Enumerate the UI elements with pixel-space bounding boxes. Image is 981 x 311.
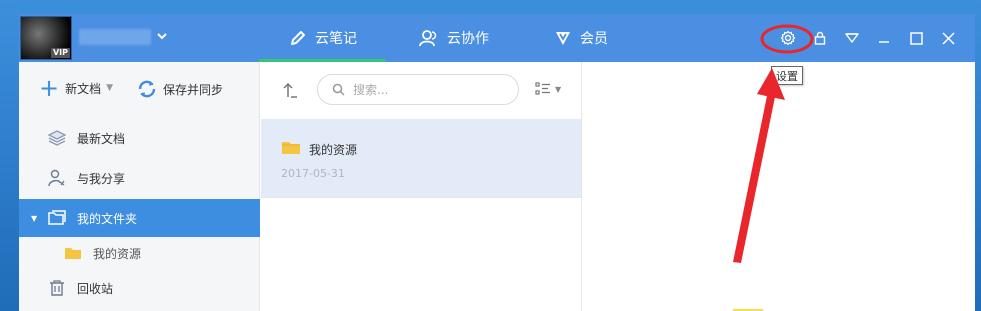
close-button[interactable] xyxy=(937,27,959,49)
list-item-title: 我的资源 xyxy=(309,142,358,157)
users-icon xyxy=(419,30,437,47)
sidebar-item-trash[interactable]: 回收站 xyxy=(19,269,260,307)
menu-button[interactable] xyxy=(841,27,863,49)
sidebar-item-shared[interactable]: 与我分享 xyxy=(19,159,260,197)
close-icon xyxy=(941,31,955,45)
maximize-button[interactable] xyxy=(905,27,927,49)
tab-collaboration[interactable]: 云协作 xyxy=(419,14,489,62)
list-view-icon xyxy=(535,82,550,95)
tab-label: 会员 xyxy=(580,31,608,47)
minimize-icon xyxy=(879,41,889,43)
desktop-background xyxy=(975,0,981,311)
plus-icon: + xyxy=(39,74,60,102)
search-box[interactable] xyxy=(317,74,519,105)
share-user-icon xyxy=(47,168,67,188)
sidebar-item-label: 与我分享 xyxy=(77,171,126,186)
list-item[interactable]: 我的资源 2017-05-31 xyxy=(261,119,581,198)
gear-icon xyxy=(780,30,796,46)
up-directory-button[interactable] xyxy=(281,81,299,103)
view-mode-button[interactable]: ▼ xyxy=(535,82,561,96)
tab-label: 云协作 xyxy=(447,31,489,47)
sidebar-item-my-folders[interactable]: ▼ 我的文件夹 xyxy=(19,199,260,237)
sidebar-item-my-resources[interactable]: 我的资源 xyxy=(19,238,260,268)
chevron-down-icon[interactable] xyxy=(157,29,167,43)
expand-triangle-icon[interactable]: ▼ xyxy=(31,214,37,223)
vip-diamond-icon xyxy=(556,32,570,45)
sync-icon xyxy=(138,80,156,98)
save-sync-label: 保存并同步 xyxy=(163,82,224,97)
pencil-icon xyxy=(291,31,305,45)
tab-cloud-notes[interactable]: 云笔记 xyxy=(259,14,386,62)
sidebar-item-label: 回收站 xyxy=(77,281,114,296)
folder-icon xyxy=(63,243,83,263)
tab-label: 云笔记 xyxy=(315,31,357,47)
folder-outline-icon xyxy=(47,208,67,228)
minimize-button[interactable] xyxy=(873,27,895,49)
app-window: VIP 云笔记 云协作 会员 + 新文档 ▼ 保存并同步 最新文档 与我分享 ▼… xyxy=(19,14,975,311)
save-sync-button[interactable]: 保存并同步 xyxy=(136,78,223,100)
arrow-up-icon xyxy=(283,82,297,98)
new-document-label: 新文档 xyxy=(65,81,102,96)
avatar[interactable]: VIP xyxy=(20,16,72,60)
list-item-date: 2017-05-31 xyxy=(281,167,345,180)
lock-button[interactable] xyxy=(809,27,831,49)
folder-icon xyxy=(281,140,301,158)
trash-icon xyxy=(47,278,67,298)
note-list-pane: ▼ 我的资源 2017-05-31 xyxy=(261,62,582,311)
tab-membership[interactable]: 会员 xyxy=(554,14,608,62)
settings-tooltip: 设置 xyxy=(771,66,803,85)
maximize-icon xyxy=(909,31,923,45)
sidebar-item-label: 最新文档 xyxy=(77,131,126,146)
layers-icon xyxy=(47,128,67,148)
caret-down-icon: ▼ xyxy=(555,84,562,94)
sidebar-item-label: 我的文件夹 xyxy=(77,211,138,226)
search-icon xyxy=(332,83,345,96)
vip-badge: VIP xyxy=(50,48,70,58)
search-input[interactable] xyxy=(353,82,503,97)
note-detail-pane xyxy=(582,62,975,311)
lock-icon xyxy=(814,31,826,45)
new-document-button[interactable]: + 新文档 ▼ xyxy=(39,74,114,102)
sidebar: + 新文档 ▼ 保存并同步 最新文档 与我分享 ▼ 我的文件夹 我的资源 回收站 xyxy=(19,62,260,311)
sidebar-item-label: 我的资源 xyxy=(93,246,142,261)
desktop-background xyxy=(0,0,20,311)
triangle-down-icon xyxy=(845,33,859,43)
settings-button[interactable] xyxy=(777,27,799,49)
username[interactable] xyxy=(79,29,151,45)
caret-down-icon: ▼ xyxy=(106,83,114,93)
top-bar: VIP 云笔记 云协作 会员 xyxy=(19,14,975,62)
sidebar-item-recent[interactable]: 最新文档 xyxy=(19,119,260,157)
